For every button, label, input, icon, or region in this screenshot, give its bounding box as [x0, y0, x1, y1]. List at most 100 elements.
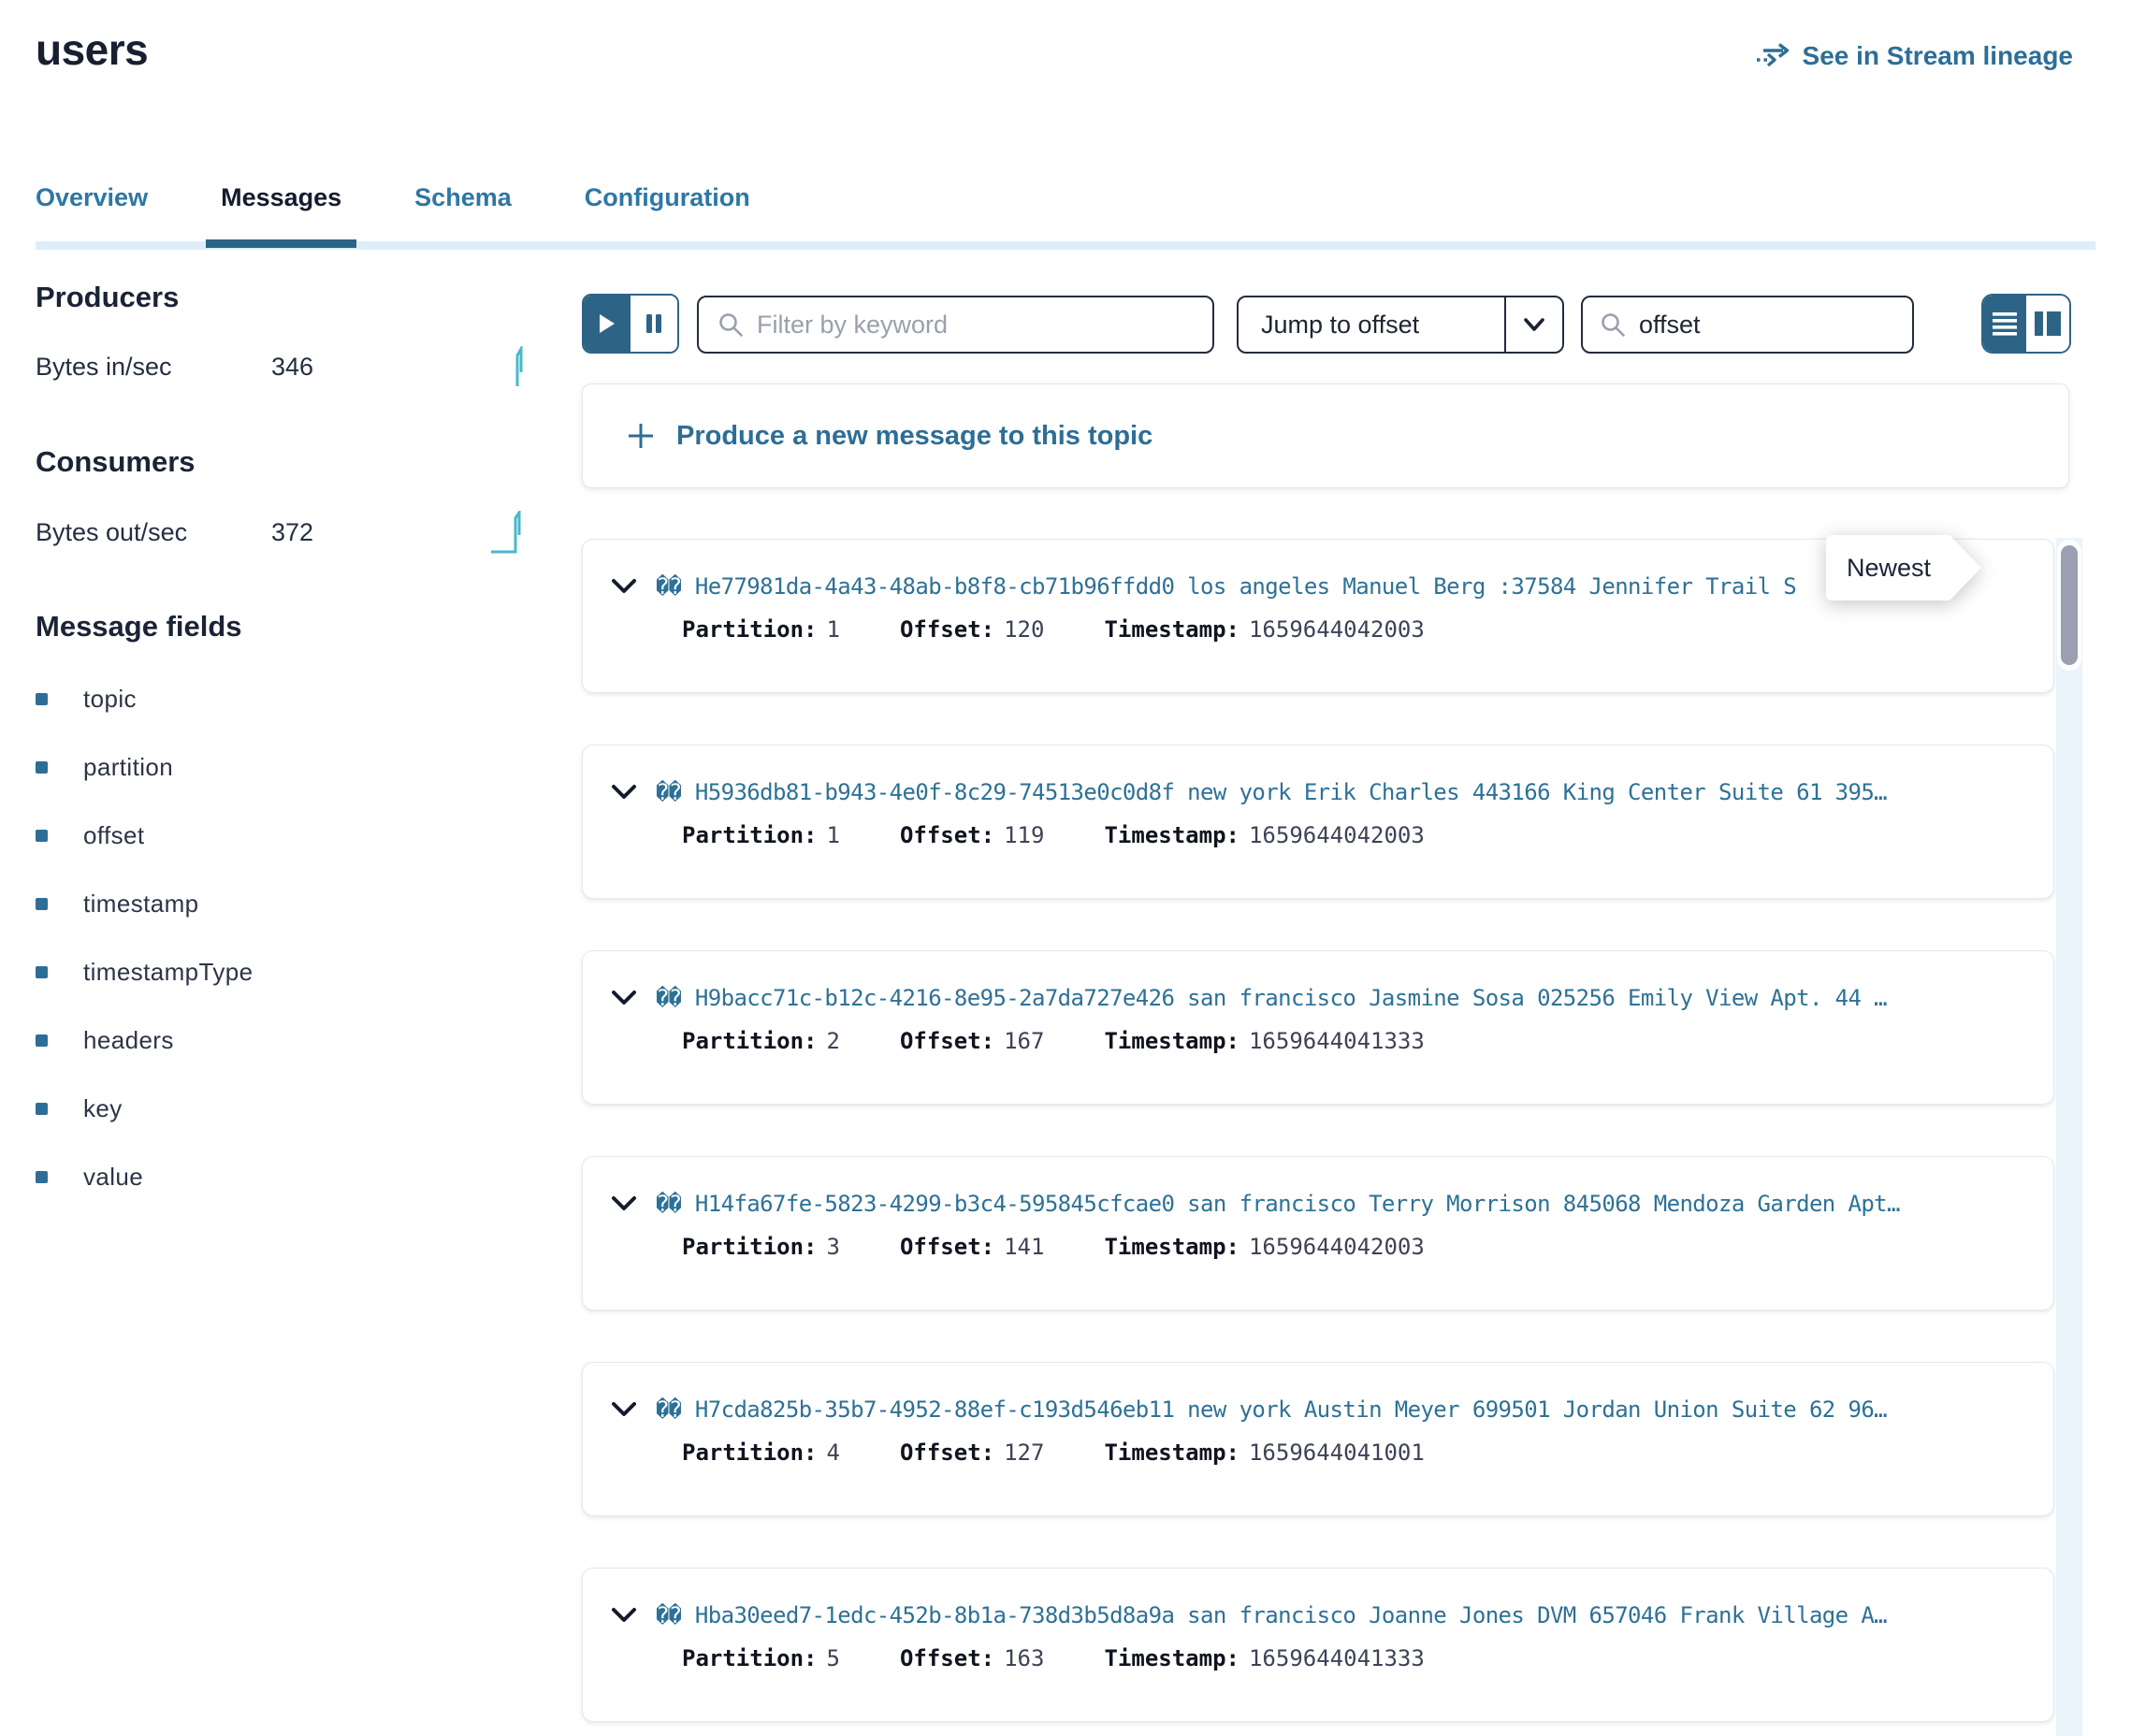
messages-toolbar: Jump to offset: [582, 281, 2069, 355]
newest-tooltip-label: Newest: [1847, 554, 1931, 583]
field-item-key[interactable]: key: [36, 1094, 529, 1123]
partition-meta: Partition:3: [682, 1234, 840, 1260]
bytes-out-value: 372: [271, 518, 313, 547]
field-item-timestamp[interactable]: timestamp: [36, 890, 529, 919]
message-row[interactable]: �� H7cda825b-35b7-4952-88ef-c193d546eb11…: [582, 1362, 2054, 1516]
message-summary[interactable]: Hba30eed7-1edc-452b-8b1a-738d3b5d8a9a sa…: [695, 1602, 1887, 1628]
partition-meta: Partition:1: [682, 822, 840, 848]
expand-chevron-icon[interactable]: [611, 1607, 641, 1624]
column-view-icon: [2034, 311, 2062, 337]
sidebar: Producers Bytes in/sec 346 Consumers Byt…: [36, 281, 529, 1231]
expand-chevron-icon[interactable]: [611, 1195, 641, 1212]
field-item-topic[interactable]: topic: [36, 685, 529, 714]
scrollbar-track[interactable]: [2056, 538, 2082, 1736]
timestamp-meta: Timestamp:1659644042003: [1104, 822, 1424, 848]
partition-meta: Partition:5: [682, 1645, 840, 1671]
scrollbar-thumb[interactable]: [2061, 545, 2078, 665]
partition-meta: Partition:1: [682, 616, 840, 643]
play-icon: [599, 313, 616, 334]
field-item-value[interactable]: value: [36, 1163, 529, 1192]
consumers-heading: Consumers: [36, 445, 529, 479]
expand-chevron-icon[interactable]: [611, 990, 641, 1006]
message-fields-list: topic partition offset timestamp timesta…: [36, 685, 529, 1192]
search-icon: [718, 311, 744, 338]
jump-to-offset-select[interactable]: Jump to offset: [1237, 296, 1564, 354]
field-bullet-icon: [36, 1034, 48, 1047]
message-key-glyphs: ��: [656, 1191, 681, 1217]
message-row[interactable]: �� Hba30eed7-1edc-452b-8b1a-738d3b5d8a9a…: [582, 1568, 2054, 1722]
list-view-button[interactable]: [1983, 296, 2026, 352]
timestamp-meta: Timestamp:1659644042003: [1104, 616, 1424, 643]
tab-schema[interactable]: Schema: [414, 183, 512, 235]
expand-chevron-icon[interactable]: [611, 784, 641, 801]
offset-meta: Offset:120: [900, 616, 1045, 643]
tab-configuration[interactable]: Configuration: [585, 183, 750, 235]
message-summary[interactable]: H14fa67fe-5823-4299-b3c4-595845cfcae0 sa…: [695, 1191, 1900, 1217]
message-row[interactable]: �� H9bacc71c-b12c-4216-8e95-2a7da727e426…: [582, 950, 2054, 1105]
message-fields-heading: Message fields: [36, 610, 529, 644]
newest-tooltip: Newest: [1826, 535, 1950, 600]
field-bullet-icon: [36, 693, 48, 705]
chevron-down-icon: [1504, 297, 1562, 352]
field-item-timestampType[interactable]: timestampType: [36, 958, 529, 987]
consumers-metric-row: Bytes out/sec 372: [36, 511, 529, 554]
expand-chevron-icon[interactable]: [611, 578, 641, 595]
message-key-glyphs: ��: [656, 779, 681, 805]
column-view-button[interactable]: [2026, 296, 2069, 352]
field-bullet-icon: [36, 830, 48, 842]
message-summary[interactable]: H5936db81-b943-4e0f-8c29-74513e0c0d8f ne…: [695, 779, 1887, 805]
field-bullet-icon: [36, 898, 48, 910]
field-item-partition[interactable]: partition: [36, 753, 529, 782]
search-icon: [1600, 311, 1626, 338]
filter-field: [697, 296, 1214, 354]
message-summary[interactable]: H9bacc71c-b12c-4216-8e95-2a7da727e426 sa…: [695, 985, 1887, 1011]
bytes-out-sparkline: [490, 511, 529, 554]
timestamp-meta: Timestamp:1659644042003: [1104, 1234, 1424, 1260]
producers-heading: Producers: [36, 281, 529, 314]
field-bullet-icon: [36, 761, 48, 774]
play-button[interactable]: [584, 296, 631, 352]
field-item-offset[interactable]: offset: [36, 821, 529, 850]
offset-meta: Offset:141: [900, 1234, 1045, 1260]
lineage-arrow-icon: [1756, 41, 1791, 71]
filter-keyword-input[interactable]: [757, 311, 1194, 340]
expand-chevron-icon[interactable]: [611, 1401, 641, 1418]
see-in-stream-lineage-link[interactable]: See in Stream lineage: [1756, 41, 2073, 71]
tab-bar: Overview Messages Schema Configuration: [36, 183, 2095, 249]
offset-meta: Offset:163: [900, 1645, 1045, 1671]
message-row[interactable]: �� H14fa67fe-5823-4299-b3c4-595845cfcae0…: [582, 1156, 2054, 1310]
tab-messages[interactable]: Messages: [221, 183, 341, 235]
message-summary[interactable]: He77981da-4a43-48ab-b8f8-cb71b96ffdd0 lo…: [695, 573, 1796, 600]
produce-message-button[interactable]: Produce a new message to this topic: [582, 383, 2069, 488]
message-key-glyphs: ��: [656, 1396, 681, 1423]
timestamp-meta: Timestamp:1659644041333: [1104, 1645, 1424, 1671]
produce-message-label: Produce a new message to this topic: [676, 421, 1152, 452]
offset-meta: Offset:119: [900, 822, 1045, 848]
messages-panel: Jump to offset: [582, 281, 2069, 1736]
message-summary[interactable]: H7cda825b-35b7-4952-88ef-c193d546eb11 ne…: [695, 1396, 1887, 1423]
message-key-glyphs: ��: [656, 573, 681, 600]
timestamp-meta: Timestamp:1659644041333: [1104, 1028, 1424, 1054]
field-bullet-icon: [36, 1171, 48, 1183]
message-key-glyphs: ��: [656, 985, 681, 1011]
message-list: �� He77981da-4a43-48ab-b8f8-cb71b96ffdd0…: [582, 539, 2069, 1722]
pause-icon: [645, 313, 662, 334]
bytes-in-value: 346: [271, 353, 313, 382]
tab-overview[interactable]: Overview: [36, 183, 148, 235]
offset-search-input[interactable]: [1639, 311, 1895, 340]
partition-meta: Partition:4: [682, 1439, 840, 1466]
view-mode-toggle: [1981, 294, 2071, 354]
bytes-in-label: Bytes in/sec: [36, 353, 271, 382]
offset-meta: Offset:127: [900, 1439, 1045, 1466]
field-bullet-icon: [36, 966, 48, 978]
bytes-out-label: Bytes out/sec: [36, 518, 271, 547]
pause-button[interactable]: [631, 296, 677, 352]
timestamp-meta: Timestamp:1659644041001: [1104, 1439, 1424, 1466]
message-row[interactable]: �� H5936db81-b943-4e0f-8c29-74513e0c0d8f…: [582, 745, 2054, 899]
offset-meta: Offset:167: [900, 1028, 1045, 1054]
partition-meta: Partition:2: [682, 1028, 840, 1054]
list-view-icon: [1992, 311, 2018, 336]
bytes-in-sparkline: [509, 346, 529, 387]
field-item-headers[interactable]: headers: [36, 1026, 529, 1055]
topic-page: users See in Stream lineage Overview Mes…: [0, 0, 2131, 1736]
